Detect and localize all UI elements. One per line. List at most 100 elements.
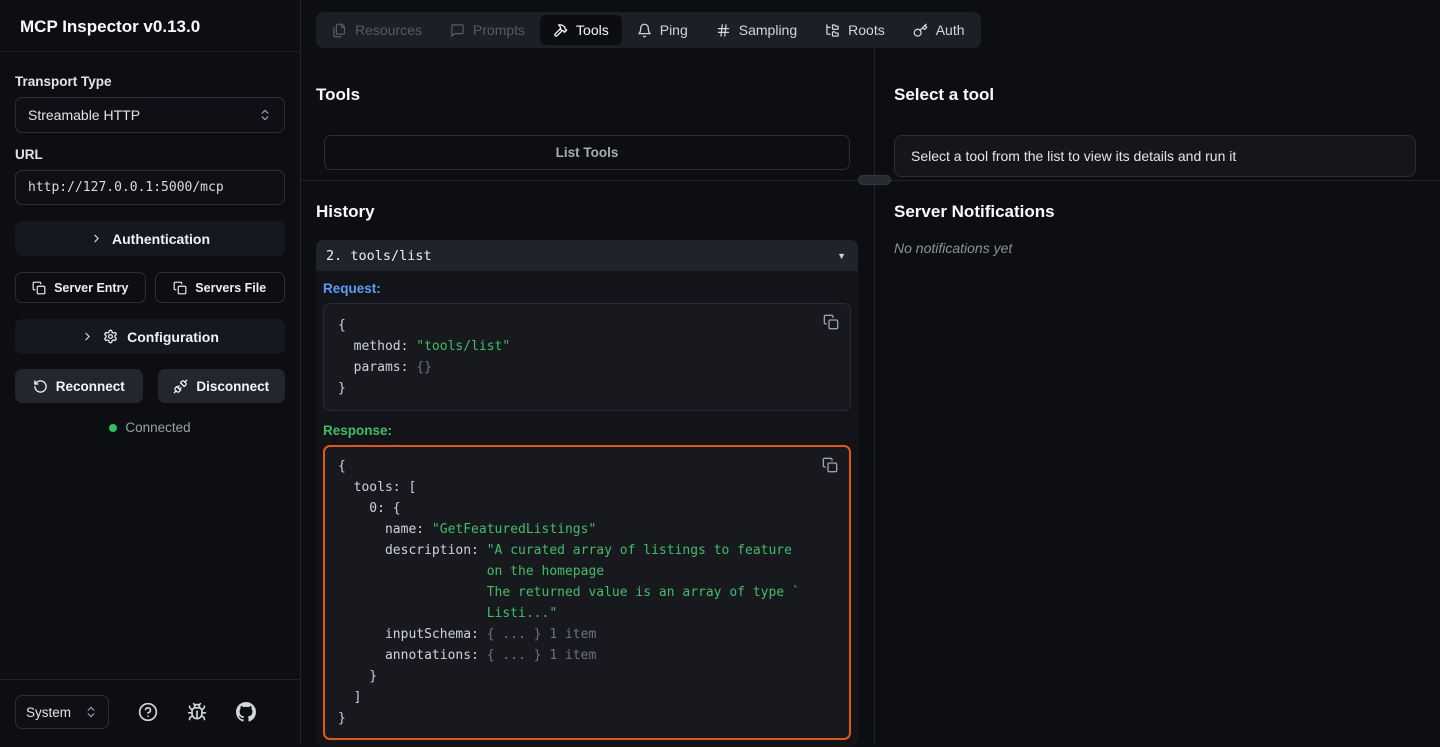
- tab-label: Prompts: [473, 22, 525, 38]
- message-square-icon: [450, 23, 465, 38]
- main-area: Resources Prompts Tools Ping Sampling Roots Au…: [301, 0, 1440, 744]
- chevron-right-icon: [90, 232, 103, 245]
- history-panel: History 2. tools/list ▼ Request: { metho…: [301, 181, 875, 744]
- pane-splitter[interactable]: [301, 180, 1440, 181]
- sidebar-body: Transport Type Streamable HTTP URL http:…: [0, 52, 300, 679]
- transport-type-value: Streamable HTTP: [28, 107, 140, 123]
- sidebar-footer: System: [0, 679, 300, 744]
- top-pane: Tools List Tools Select a tool Select a …: [301, 48, 1440, 180]
- request-code: { method: "tools/list" params: {}}: [338, 315, 836, 399]
- connection-status-label: Connected: [125, 420, 190, 435]
- splitter-grip[interactable]: [858, 175, 891, 185]
- chevrons-up-down-icon: [258, 108, 272, 122]
- bell-icon: [637, 23, 652, 38]
- chevron-right-icon: [81, 330, 94, 343]
- tab-label: Tools: [576, 22, 609, 38]
- url-label: URL: [15, 147, 285, 162]
- bug-icon: [187, 702, 207, 722]
- bottom-pane: History 2. tools/list ▼ Request: { metho…: [301, 181, 1440, 744]
- history-entry-header[interactable]: 2. tools/list ▼: [316, 240, 858, 271]
- tab-prompts: Prompts: [437, 15, 538, 45]
- theme-select[interactable]: System: [15, 695, 109, 729]
- history-entry-label: 2. tools/list: [326, 248, 432, 264]
- tab-label: Resources: [355, 22, 422, 38]
- transport-type-select[interactable]: Streamable HTTP: [15, 97, 285, 133]
- authentication-toggle[interactable]: Authentication: [15, 221, 285, 256]
- notifications-empty: No notifications yet: [894, 240, 1416, 256]
- tool-detail-placeholder-text: Select a tool from the list to view its …: [911, 148, 1236, 164]
- tool-detail-title: Select a tool: [894, 84, 1416, 105]
- tab-tools[interactable]: Tools: [540, 15, 622, 45]
- reconnect-label: Reconnect: [56, 379, 125, 394]
- help-button[interactable]: [138, 702, 158, 722]
- key-icon: [913, 23, 928, 38]
- tab-roots[interactable]: Roots: [812, 15, 898, 45]
- help-circle-icon: [138, 702, 158, 722]
- configuration-label: Configuration: [127, 329, 219, 345]
- url-input[interactable]: http://127.0.0.1:5000/mcp: [15, 170, 285, 205]
- notifications-panel: Server Notifications No notifications ye…: [875, 181, 1440, 744]
- copy-icon: [173, 281, 187, 295]
- server-buttons-row: Server Entry Servers File: [15, 272, 285, 303]
- server-entry-button[interactable]: Server Entry: [15, 272, 146, 303]
- copy-icon: [822, 457, 838, 473]
- tab-label: Roots: [848, 22, 885, 38]
- request-label: Request:: [323, 280, 851, 297]
- nav-tabs: Resources Prompts Tools Ping Sampling Roots Au…: [316, 12, 981, 48]
- rotate-ccw-icon: [33, 379, 48, 394]
- collapse-chevron-icon[interactable]: ▼: [837, 251, 846, 261]
- tools-panel-title: Tools: [316, 84, 858, 105]
- gear-icon: [103, 329, 118, 344]
- footer-icons: [109, 702, 285, 722]
- hammer-icon: [553, 23, 568, 38]
- tab-label: Ping: [660, 22, 688, 38]
- servers-file-label: Servers File: [195, 281, 266, 295]
- servers-file-button[interactable]: Servers File: [155, 272, 286, 303]
- tab-sampling[interactable]: Sampling: [703, 15, 810, 45]
- app-title: MCP Inspector v0.13.0: [20, 17, 280, 37]
- tool-detail-placeholder: Select a tool from the list to view its …: [894, 135, 1416, 177]
- github-button[interactable]: [236, 702, 256, 722]
- history-title: History: [316, 201, 858, 222]
- connected-dot-icon: [109, 424, 117, 432]
- tab-label: Auth: [936, 22, 965, 38]
- response-label: Response:: [323, 422, 851, 439]
- response-code: { tools: [ 0: { name: "GetFeaturedListin…: [338, 456, 836, 729]
- copy-request-button[interactable]: [823, 314, 839, 330]
- github-icon: [236, 702, 256, 722]
- url-value: http://127.0.0.1:5000/mcp: [28, 180, 224, 195]
- tools-panel: Tools List Tools: [301, 48, 875, 180]
- disconnect-button[interactable]: Disconnect: [158, 369, 286, 403]
- connection-buttons-row: Reconnect Disconnect: [15, 369, 285, 403]
- request-code-block: { method: "tools/list" params: {}}: [323, 303, 851, 411]
- app-root: MCP Inspector v0.13.0 Transport Type Str…: [0, 0, 1440, 744]
- copy-icon: [823, 314, 839, 330]
- notifications-title: Server Notifications: [894, 201, 1416, 222]
- hash-icon: [716, 23, 731, 38]
- tool-detail-panel: Select a tool Select a tool from the lis…: [875, 48, 1440, 180]
- transport-type-label: Transport Type: [15, 74, 285, 89]
- sidebar-header: MCP Inspector v0.13.0: [0, 0, 300, 52]
- files-icon: [332, 23, 347, 38]
- theme-value: System: [26, 705, 71, 720]
- reconnect-button[interactable]: Reconnect: [15, 369, 143, 403]
- copy-icon: [32, 281, 46, 295]
- authentication-label: Authentication: [112, 231, 210, 247]
- connection-status: Connected: [15, 420, 285, 435]
- server-entry-label: Server Entry: [54, 281, 128, 295]
- topbar: Resources Prompts Tools Ping Sampling Roots Au…: [301, 0, 1440, 48]
- response-code-block: { tools: [ 0: { name: "GetFeaturedListin…: [323, 445, 851, 740]
- history-entry-body: Request: { method: "tools/list" params: …: [316, 271, 858, 747]
- folder-tree-icon: [825, 23, 840, 38]
- disconnect-label: Disconnect: [196, 379, 269, 394]
- tab-auth[interactable]: Auth: [900, 15, 978, 45]
- history-entry: 2. tools/list ▼ Request: { method: "tool…: [316, 240, 858, 747]
- tab-resources: Resources: [319, 15, 435, 45]
- copy-response-button[interactable]: [822, 457, 838, 473]
- chevrons-up-down-icon: [84, 705, 98, 719]
- unplug-icon: [173, 379, 188, 394]
- bug-report-button[interactable]: [187, 702, 207, 722]
- configuration-toggle[interactable]: Configuration: [15, 319, 285, 354]
- list-tools-button[interactable]: List Tools: [324, 135, 850, 170]
- tab-ping[interactable]: Ping: [624, 15, 701, 45]
